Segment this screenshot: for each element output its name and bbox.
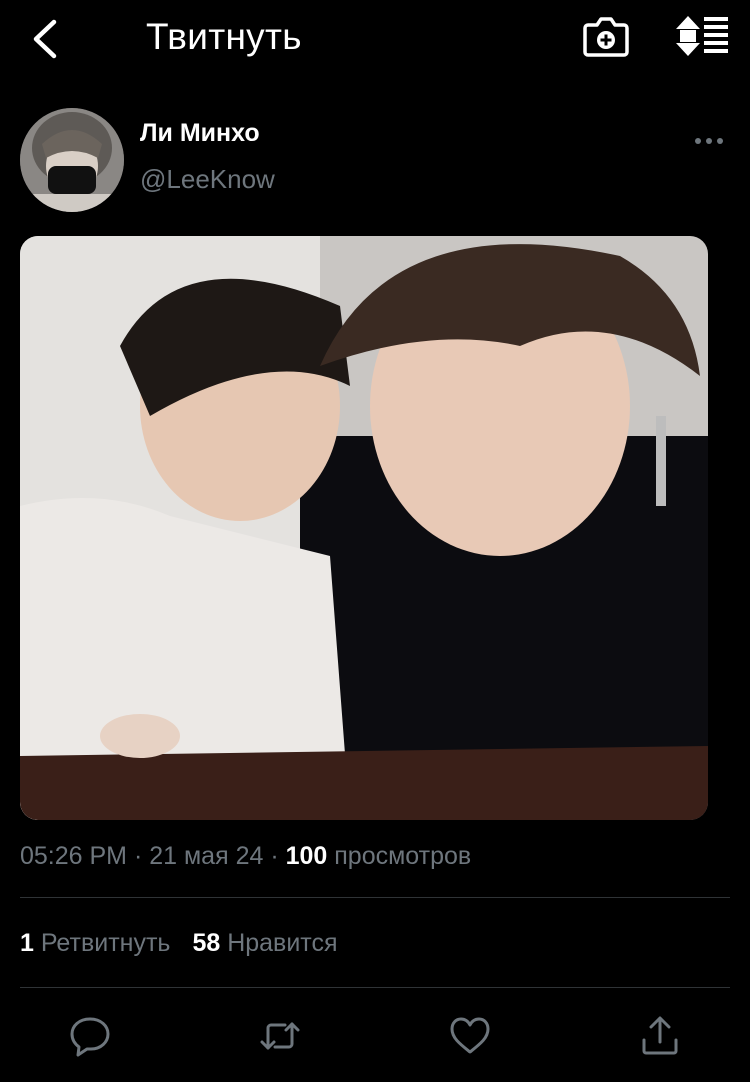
chevron-left-icon[interactable]: [26, 14, 66, 64]
avatar-image: [20, 108, 124, 212]
meta-separator: ·: [127, 842, 150, 870]
tweet-meta: 05:26 PM · 21 мая 24 · 100 просмотров: [20, 840, 471, 872]
likes-stat[interactable]: 58 Нравится: [192, 929, 337, 957]
retweets-count: 1: [20, 929, 34, 957]
top-bar: Твитнуть: [0, 0, 750, 80]
tweet-stats: 1 Ретвитнуть 58 Нравится: [20, 926, 338, 960]
meta-separator: ·: [263, 842, 286, 870]
likes-label: Нравится: [220, 929, 338, 957]
retweets-stat[interactable]: 1 Ретвитнуть: [20, 929, 170, 957]
heart-icon[interactable]: [448, 1014, 492, 1058]
views-label: просмотров: [327, 842, 472, 870]
share-icon[interactable]: [638, 1014, 682, 1058]
sort-list-icon[interactable]: [672, 14, 730, 58]
page-title: Твитнуть: [146, 16, 302, 57]
user-handle[interactable]: @LeeKnow: [140, 163, 275, 195]
avatar[interactable]: [20, 108, 124, 212]
reply-icon[interactable]: [68, 1014, 112, 1058]
action-bar: [0, 1008, 750, 1064]
retweet-icon[interactable]: [258, 1014, 302, 1058]
camera-plus-icon[interactable]: [582, 13, 630, 59]
photo-image: [20, 236, 708, 820]
divider: [20, 897, 730, 898]
tweet-photo[interactable]: [20, 236, 708, 820]
retweets-label: Ретвитнуть: [33, 929, 171, 957]
more-horizontal-icon[interactable]: [692, 130, 726, 152]
divider: [20, 987, 730, 988]
tweet-time: 05:26 PM: [20, 842, 128, 870]
tweet-date: 21 мая 24: [149, 842, 264, 870]
likes-count: 58: [192, 929, 221, 957]
display-name[interactable]: Ли Минхо: [140, 118, 260, 148]
views-count: 100: [285, 842, 328, 870]
